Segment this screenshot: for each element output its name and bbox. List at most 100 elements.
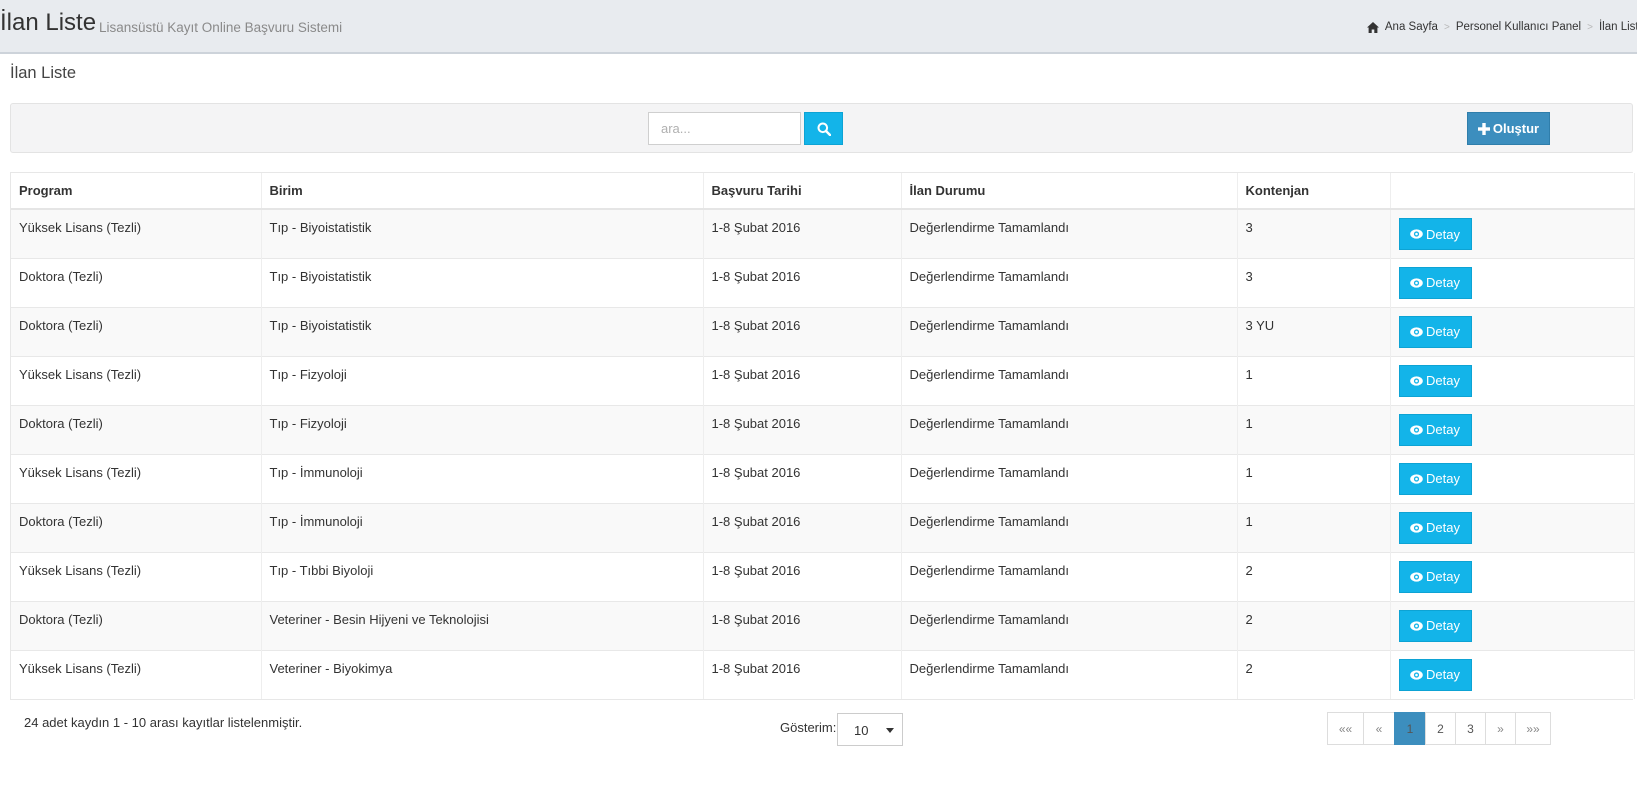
cell-kontenjan: 1	[1237, 355, 1391, 405]
caret-down-icon	[886, 728, 894, 733]
table-row: Doktora (Tezli) Tıp - Biyoistatistik 1-8 Ş…	[11, 257, 1635, 307]
cell-actions: Detay	[1390, 600, 1635, 650]
cell-actions: Detay	[1390, 404, 1635, 454]
pagination-page-3[interactable]: 3	[1455, 712, 1486, 745]
eye-icon	[1410, 473, 1423, 484]
cell-kontenjan: 2	[1237, 551, 1391, 601]
cell-program: Yüksek Lisans (Tezli)	[11, 453, 262, 503]
cell-actions: Detay	[1390, 551, 1635, 601]
cell-basvuru-tarihi: 1-8 Şubat 2016	[703, 306, 902, 356]
cell-basvuru-tarihi: 1-8 Şubat 2016	[703, 600, 902, 650]
cell-ilan-durumu: Değerlendirme Tamamlandı	[901, 306, 1238, 356]
cell-kontenjan: 3 YU	[1237, 306, 1391, 356]
cell-kontenjan: 2	[1237, 649, 1391, 699]
pagination-first[interactable]: ««	[1327, 712, 1364, 745]
pagination-next[interactable]: »	[1485, 712, 1516, 745]
table-row: Doktora (Tezli) Tıp - Biyoistatistik 1-8 Ş…	[11, 306, 1635, 356]
detail-button[interactable]: Detay	[1398, 658, 1472, 691]
cell-birim: Veteriner - Biyokimya	[261, 649, 704, 699]
search-button[interactable]	[804, 112, 843, 145]
cell-basvuru-tarihi: 1-8 Şubat 2016	[703, 453, 902, 503]
cell-birim: Tıp - Biyoistatistik	[261, 257, 704, 307]
detail-button[interactable]: Detay	[1398, 364, 1472, 397]
cell-program: Doktora (Tezli)	[11, 502, 262, 552]
cell-ilan-durumu: Değerlendirme Tamamlandı	[901, 404, 1238, 454]
breadcrumb-separator: >	[1443, 21, 1450, 33]
search-icon	[817, 122, 831, 136]
cell-birim: Tıp - Fizyoloji	[261, 355, 704, 405]
detail-button-label: Detay	[1426, 569, 1460, 584]
cell-ilan-durumu: Değerlendirme Tamamlandı	[901, 208, 1238, 258]
cell-actions: Detay	[1390, 355, 1635, 405]
table-row: Yüksek Lisans (Tezli) Tıp - Biyoistatisti…	[11, 208, 1635, 258]
page-size-select[interactable]: 10	[837, 713, 903, 746]
detail-button[interactable]: Detay	[1398, 560, 1472, 593]
cell-ilan-durumu: Değerlendirme Tamamlandı	[901, 453, 1238, 503]
breadcrumb-item-home[interactable]: Ana Sayfa	[1385, 21, 1438, 33]
breadcrumb-item-panel[interactable]: Personel Kullanıcı Panel	[1456, 21, 1581, 33]
detail-button[interactable]: Detay	[1398, 413, 1472, 446]
record-count-info: 24 adet kaydın 1 - 10 arası kayıtlar lis…	[24, 715, 303, 730]
cell-actions: Detay	[1390, 306, 1635, 356]
table-row: Yüksek Lisans (Tezli) Tıp - Fizyoloji 1-8 …	[11, 355, 1635, 405]
cell-program: Doktora (Tezli)	[11, 306, 262, 356]
detail-button-label: Detay	[1426, 667, 1460, 682]
cell-program: Doktora (Tezli)	[11, 257, 262, 307]
cell-kontenjan: 1	[1237, 502, 1391, 552]
detail-button[interactable]: Detay	[1398, 218, 1472, 250]
cell-birim: Tıp - Biyoistatistik	[261, 208, 704, 258]
cell-birim: Tıp - İmmunoloji	[261, 453, 704, 503]
pagination-page-2[interactable]: 2	[1425, 712, 1456, 745]
column-header-birim: Birim	[261, 173, 704, 210]
create-button[interactable]: Oluştur	[1467, 112, 1550, 145]
cell-basvuru-tarihi: 1-8 Şubat 2016	[703, 649, 902, 699]
search-input[interactable]	[648, 112, 801, 145]
breadcrumb-separator: >	[1587, 21, 1593, 33]
detail-button[interactable]: Detay	[1398, 511, 1472, 544]
cell-birim: Veteriner - Besin Hijyeni ve Teknolojisi	[261, 600, 704, 650]
cell-ilan-durumu: Değerlendirme Tamamlandı	[901, 600, 1238, 650]
page-size-label: Gösterim:	[780, 720, 837, 735]
detail-button-label: Detay	[1426, 422, 1460, 437]
cell-basvuru-tarihi: 1-8 Şubat 2016	[703, 551, 902, 601]
cell-actions: Detay	[1390, 649, 1635, 699]
eye-icon	[1410, 669, 1423, 680]
page-size-value: 10	[854, 723, 869, 738]
page-header: İlan Liste Lisansüstü Kayıt Online Başvu…	[0, 0, 1637, 54]
breadcrumb-item-current: İlan Liste	[1598, 21, 1637, 33]
table-row: Yüksek Lisans (Tezli) Tıp - İmmunoloji 1-8…	[11, 453, 1635, 503]
detail-button-label: Detay	[1426, 324, 1460, 339]
cell-ilan-durumu: Değerlendirme Tamamlandı	[901, 502, 1238, 552]
cell-program: Yüksek Lisans (Tezli)	[11, 355, 262, 405]
pagination-prev[interactable]: «	[1363, 712, 1395, 745]
pagination-last[interactable]: »»	[1515, 712, 1551, 745]
cell-kontenjan: 1	[1237, 404, 1391, 454]
detail-button[interactable]: Detay	[1398, 462, 1472, 495]
cell-actions: Detay	[1390, 453, 1635, 503]
table-row: Doktora (Tezli) Tıp - Fizyoloji 1-8 Şubat …	[11, 404, 1635, 454]
cell-basvuru-tarihi: 1-8 Şubat 2016	[703, 208, 902, 258]
pagination-page-1[interactable]: 1	[1394, 712, 1426, 745]
detail-button[interactable]: Detay	[1398, 315, 1472, 348]
cell-basvuru-tarihi: 1-8 Şubat 2016	[703, 257, 902, 307]
eye-icon	[1410, 522, 1423, 533]
plus-icon	[1477, 122, 1490, 135]
column-header-basvuru-tarihi: Başvuru Tarihi	[703, 173, 902, 210]
cell-program: Doktora (Tezli)	[11, 600, 262, 650]
detail-button[interactable]: Detay	[1398, 266, 1472, 299]
eye-icon	[1410, 326, 1423, 337]
table-row: Yüksek Lisans (Tezli) Tıp - Tıbbi Biyoloj…	[11, 551, 1635, 601]
detail-button[interactable]: Detay	[1398, 609, 1472, 642]
page-subtitle: Lisansüstü Kayıt Online Başvuru Sistemi	[99, 20, 343, 35]
column-header-actions	[1390, 173, 1635, 210]
table-header-row: Program Birim Başvuru Tarihi İlan Durumu…	[11, 173, 1635, 210]
column-header-program: Program	[11, 173, 262, 210]
detail-button-label: Detay	[1426, 471, 1460, 486]
cell-program: Doktora (Tezli)	[11, 404, 262, 454]
breadcrumb: Ana Sayfa > Personel Kullanıcı Panel > İ…	[1366, 21, 1637, 33]
detail-button-label: Detay	[1426, 618, 1460, 633]
table-row: Doktora (Tezli) Veteriner - Besin Hijyeni…	[11, 600, 1635, 650]
cell-ilan-durumu: Değerlendirme Tamamlandı	[901, 257, 1238, 307]
column-header-ilan-durumu: İlan Durumu	[901, 173, 1238, 210]
detail-button-label: Detay	[1426, 275, 1460, 290]
